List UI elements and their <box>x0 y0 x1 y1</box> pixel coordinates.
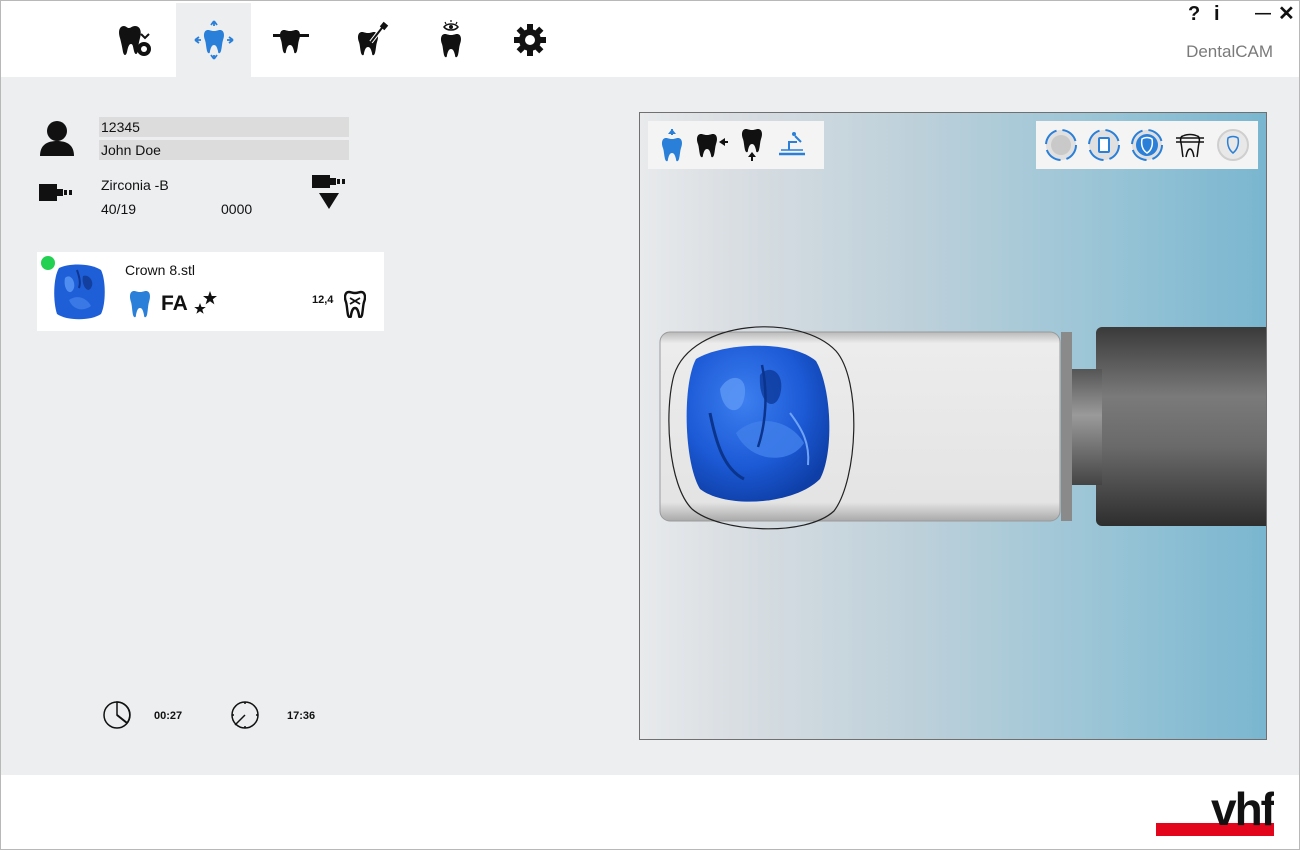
tooth-ring-icon <box>1216 129 1249 161</box>
job-filename: Crown 8.stl <box>125 262 196 278</box>
holder-angle-icon <box>779 132 805 156</box>
view-holder-button[interactable] <box>772 123 812 167</box>
patient-id-field[interactable]: 12345 <box>99 117 349 137</box>
change-blank-icon[interactable] <box>310 173 348 213</box>
duration-time: 00:27 <box>154 710 183 722</box>
tooth-gear-icon <box>118 26 151 56</box>
stars-icon <box>194 291 217 314</box>
display-mode-4-button[interactable] <box>1168 123 1211 167</box>
blank-ring-icon <box>1045 129 1078 161</box>
material-name: Zirconia -B <box>101 177 169 193</box>
main-area: 12345 John Doe Zirconia -B 40/19 0000 Cr… <box>1 77 1299 775</box>
crown-ring-icon <box>1130 129 1163 161</box>
duration-clock-icon <box>103 701 131 729</box>
job-type-code: FA <box>161 292 188 315</box>
blank-ring-icon <box>1088 129 1121 161</box>
tooth-tool-icon <box>357 21 388 56</box>
display-mode-2-button[interactable] <box>1083 123 1126 167</box>
display-mode-1-button[interactable] <box>1040 123 1083 167</box>
nav-tab-positioning[interactable] <box>176 3 251 77</box>
patient-name-field[interactable]: John Doe <box>99 140 349 160</box>
help-button[interactable]: ? <box>1188 3 1200 25</box>
brand-name: DentalCAM <box>1186 42 1273 61</box>
finish-time: 17:36 <box>287 710 316 722</box>
view-bottom-button[interactable] <box>732 123 772 167</box>
tooth-move-icon <box>193 20 234 60</box>
app-window: ? i — ✕ DentalCAM 12345 John Doe Zirconi… <box>0 0 1300 850</box>
view-toolbar-right <box>1036 121 1258 169</box>
nav-tab-preview[interactable] <box>413 3 488 77</box>
tooth-eye-icon <box>440 20 461 58</box>
top-bar: ? i — ✕ DentalCAM <box>1 1 1299 77</box>
tooth-side-view-icon <box>697 134 728 158</box>
nav-tab-blank-holder[interactable] <box>253 3 328 77</box>
tooth-icon <box>130 291 150 318</box>
display-mode-3-button[interactable] <box>1126 123 1169 167</box>
tooth-bottom-view-icon <box>742 129 762 161</box>
footer: vhf <box>1 775 1299 849</box>
blank-scene <box>659 326 1266 530</box>
minimize-button[interactable]: — <box>1255 3 1271 25</box>
nav-tab-job-settings[interactable] <box>98 3 173 77</box>
finish-time-clock-icon <box>231 701 259 729</box>
3d-viewport[interactable] <box>639 112 1267 740</box>
connector-tooth-icon <box>1175 133 1204 158</box>
blank-material-icon <box>39 184 72 201</box>
gear-icon <box>513 24 546 56</box>
job-value: 12,4 <box>312 294 334 306</box>
nav-tab-milling[interactable] <box>333 3 408 77</box>
vhf-logo: vhf <box>1156 787 1274 836</box>
tooth-connector-icon <box>272 30 309 54</box>
tooth-top-view-icon <box>662 129 682 162</box>
info-button[interactable]: i <box>1214 3 1220 25</box>
tooth-outline-icon[interactable] <box>344 290 366 318</box>
job-card[interactable]: Crown 8.stl FA 12,4 <box>37 252 384 331</box>
material-size: 40/19 <box>101 201 137 217</box>
patient-icon <box>40 121 74 156</box>
nav-tab-settings[interactable] <box>492 3 567 77</box>
view-side-button[interactable] <box>692 123 732 167</box>
crown-thumbnail <box>54 264 105 320</box>
material-batch: 0000 <box>221 201 253 217</box>
svg-text:vhf: vhf <box>1211 787 1274 835</box>
close-button[interactable]: ✕ <box>1278 3 1295 25</box>
view-toolbar-left <box>648 121 824 169</box>
view-top-button[interactable] <box>652 123 692 167</box>
display-mode-5-button[interactable] <box>1211 123 1254 167</box>
